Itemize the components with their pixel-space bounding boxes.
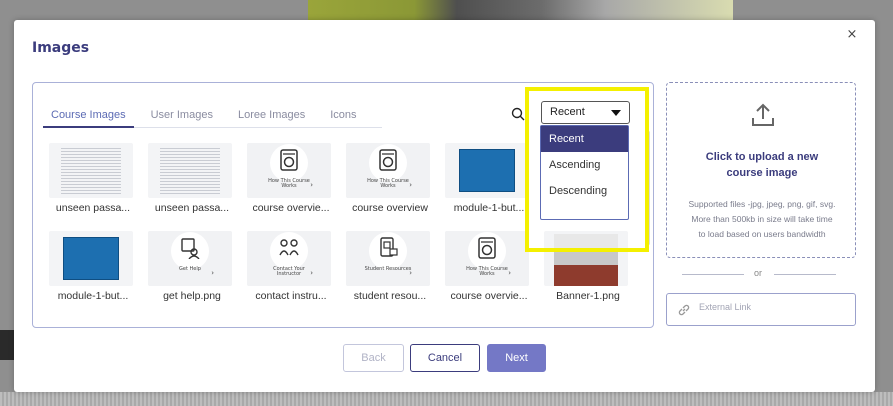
chevron-right-icon: › [211, 269, 214, 277]
image-filename: course overvie... [450, 290, 528, 302]
tab-loree-images[interactable]: Loree Images [238, 109, 305, 121]
tab-course-images[interactable]: Course Images [43, 109, 134, 128]
image-thumbnail [148, 143, 232, 198]
sort-option-recent[interactable]: Recent [541, 126, 628, 152]
image-filename: module-1-but... [453, 202, 525, 214]
upload-dropzone[interactable]: Click to upload a new course image Suppo… [666, 82, 856, 258]
image-filename: unseen passa... [154, 202, 230, 214]
image-item[interactable]: module-1-but... [49, 231, 137, 302]
image-thumbnail [49, 231, 133, 286]
upload-note: Supported files -jpg, jpeg, png, gif, sv… [688, 199, 836, 239]
search-icon[interactable] [511, 107, 525, 121]
image-filename: student resou... [353, 290, 427, 302]
close-button[interactable]: × [845, 28, 859, 42]
upload-title: Click to upload a new course image [705, 151, 819, 179]
tile-caption: Contact Your Instructor [273, 266, 305, 277]
upload-icon [752, 103, 774, 126]
tile-caption: How This Course Works [466, 266, 508, 277]
external-link-input[interactable] [699, 302, 849, 312]
image-thumbnail: Student Resources › [346, 231, 430, 286]
washing-machine-icon [379, 149, 397, 171]
tablet-resources-icon [380, 237, 398, 257]
sort-menu: Recent Ascending Descending [540, 125, 629, 220]
image-item[interactable]: unseen passa... [148, 143, 236, 214]
image-item[interactable]: module-1-but... [445, 143, 533, 214]
chevron-right-icon: › [409, 181, 412, 189]
modal-title: Images [32, 40, 90, 56]
image-filename: module-1-but... [57, 290, 129, 302]
image-thumbnail: How This Course Works › [247, 143, 331, 198]
blue-preview [459, 149, 515, 192]
tile-caption: How This Course Works [268, 178, 310, 189]
image-thumbnail: Contact Your Instructor › [247, 231, 331, 286]
blue-preview [63, 237, 119, 280]
chevron-right-icon: › [310, 269, 313, 277]
tile-caption: Student Resources [364, 266, 412, 272]
help-desk-icon [181, 238, 200, 259]
document-preview [160, 148, 220, 196]
image-thumbnail [49, 143, 133, 198]
chevron-right-icon: › [409, 269, 412, 277]
image-filename: course overvie... [252, 202, 330, 214]
images-modal: Images × Course Images User Images Loree… [14, 20, 875, 392]
image-filename: contact instru... [255, 290, 327, 302]
image-filename: Banner-1.png [556, 290, 620, 302]
tab-icons[interactable]: Icons [330, 109, 356, 121]
cancel-button[interactable]: Cancel [410, 344, 480, 372]
external-link-field[interactable] [666, 293, 856, 326]
image-thumbnail: Get Help › [148, 231, 232, 286]
image-thumbnail [445, 143, 529, 198]
sort-option-descending[interactable]: Descending [541, 178, 628, 204]
washing-machine-icon [478, 237, 496, 259]
image-item[interactable]: How This Course Works › course overvie..… [445, 231, 533, 302]
image-item[interactable]: How This Course Works › course overvie..… [247, 143, 335, 214]
background-image [308, 0, 733, 22]
image-thumbnail: How This Course Works › [346, 143, 430, 198]
image-item[interactable]: Contact Your Instructor › contact instru… [247, 231, 335, 302]
tile-caption: Get Help [179, 266, 201, 272]
background-strip [0, 330, 14, 360]
link-icon [678, 304, 690, 316]
image-item[interactable]: unseen passa... [49, 143, 137, 214]
document-preview [61, 148, 121, 196]
tab-user-images[interactable]: User Images [151, 109, 213, 121]
washing-machine-icon [280, 149, 298, 171]
image-filename: get help.png [163, 290, 221, 302]
image-item[interactable]: Get Help › get help.png [148, 231, 236, 302]
chevron-right-icon: › [508, 269, 511, 277]
tile-caption: How This Course Works [367, 178, 409, 189]
image-filename: course overview [352, 202, 428, 214]
or-divider: or [682, 268, 840, 280]
background-footer [0, 392, 893, 406]
image-thumbnail: How This Course Works › [445, 231, 529, 286]
back-button[interactable]: Back [343, 344, 404, 372]
image-filename: unseen passa... [55, 202, 131, 214]
chevron-right-icon: › [310, 181, 313, 189]
sort-option-ascending[interactable]: Ascending [541, 152, 628, 178]
next-button[interactable]: Next [487, 344, 546, 372]
image-item[interactable]: Student Resources › student resou... [346, 231, 434, 302]
image-tabs: Course Images User Images Loree Images I… [43, 109, 382, 128]
people-meeting-icon [279, 239, 299, 256]
image-item[interactable]: How This Course Works › course overview [346, 143, 434, 214]
